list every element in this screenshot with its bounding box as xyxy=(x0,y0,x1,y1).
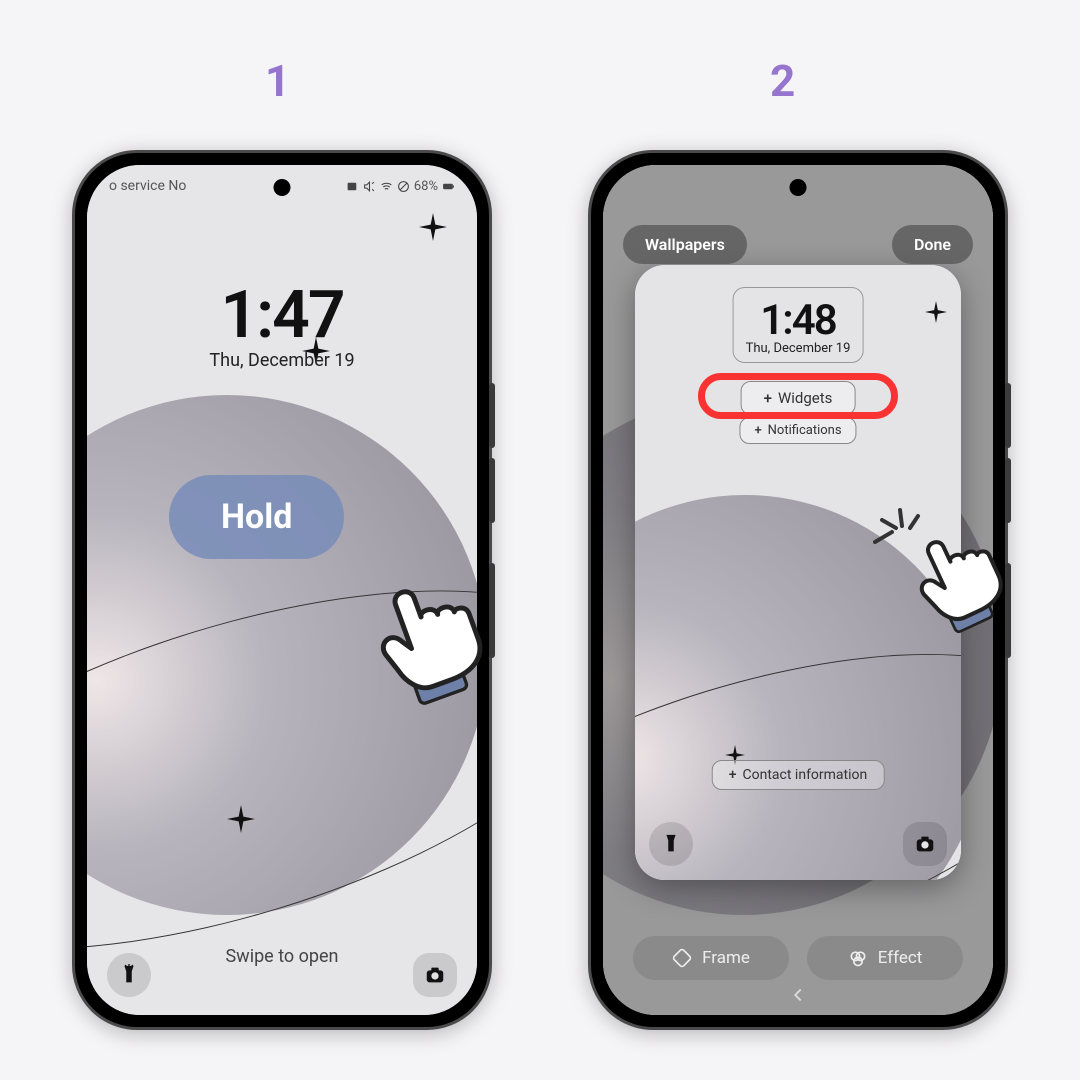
editor-topbar: Wallpapers Done xyxy=(623,225,973,264)
add-notifications-button[interactable]: + Notifications xyxy=(739,417,856,444)
step-number-1: 1 xyxy=(265,55,290,107)
effect-icon xyxy=(848,948,868,968)
battery-percent: 68% xyxy=(414,179,438,194)
clock-widget-slot[interactable]: 1:48 Thu, December 19 xyxy=(733,287,864,363)
frame-label: Frame xyxy=(702,948,750,968)
hold-instruction: Hold xyxy=(169,475,344,559)
plus-icon: + xyxy=(764,389,772,407)
screen[interactable]: o service No 68% 1:47 Thu, December 19 S… xyxy=(87,165,477,1015)
battery-card-icon xyxy=(346,180,359,193)
status-left-text: o service No xyxy=(109,178,186,194)
volume-down-button[interactable] xyxy=(1005,458,1011,523)
camera-icon xyxy=(914,833,936,855)
status-right: 68% xyxy=(346,179,455,194)
mute-icon xyxy=(363,180,376,193)
slot-label: Widgets xyxy=(778,389,832,407)
volume-up-button[interactable] xyxy=(1005,383,1011,448)
camera-icon xyxy=(424,964,446,986)
flashlight-shortcut-slot[interactable] xyxy=(649,822,693,866)
wallpapers-button[interactable]: Wallpapers xyxy=(623,225,747,264)
tap-lines-icon xyxy=(870,502,930,562)
step-number-2: 2 xyxy=(770,55,795,107)
add-contact-info-button[interactable]: + Contact information xyxy=(712,760,885,790)
no-signal-icon xyxy=(397,180,410,193)
volume-down-button[interactable] xyxy=(489,458,495,523)
done-button[interactable]: Done xyxy=(892,225,973,264)
slot-label: Contact information xyxy=(743,767,868,783)
chevron-left-icon[interactable] xyxy=(787,984,809,1010)
flashlight-icon xyxy=(660,833,682,855)
clock-date: Thu, December 19 xyxy=(87,350,477,371)
phone-editor: Wallpapers Done 1:48 Thu, December 19 + W… xyxy=(588,150,1008,1030)
power-button[interactable] xyxy=(1005,563,1011,658)
clock-time: 1:47 xyxy=(87,277,477,354)
battery-icon xyxy=(442,180,455,193)
clock-time: 1:48 xyxy=(746,296,851,345)
camera-notch xyxy=(790,179,807,196)
camera-button[interactable] xyxy=(413,953,457,997)
plus-icon: + xyxy=(754,423,761,438)
frame-button[interactable]: Frame xyxy=(633,936,789,980)
screen: Wallpapers Done 1:48 Thu, December 19 + W… xyxy=(603,165,993,1015)
plus-icon: + xyxy=(729,767,737,783)
add-widgets-button[interactable]: + Widgets xyxy=(741,381,856,415)
sparkle-icon xyxy=(925,301,947,323)
camera-notch xyxy=(274,179,291,196)
slot-label: Notifications xyxy=(768,423,842,438)
phone-lockscreen: o service No 68% 1:47 Thu, December 19 S… xyxy=(72,150,492,1030)
camera-shortcut-slot[interactable] xyxy=(903,822,947,866)
flashlight-icon xyxy=(118,964,140,986)
effect-label: Effect xyxy=(878,948,923,968)
power-button[interactable] xyxy=(489,563,495,658)
lock-clock[interactable]: 1:47 Thu, December 19 xyxy=(87,277,477,371)
effect-button[interactable]: Effect xyxy=(807,936,963,980)
sparkle-icon xyxy=(419,213,447,241)
clock-date: Thu, December 19 xyxy=(746,341,851,356)
lockscreen-preview[interactable]: 1:48 Thu, December 19 + Widgets + Notifica… xyxy=(635,265,961,880)
wifi-icon xyxy=(380,180,393,193)
flashlight-button[interactable] xyxy=(107,953,151,997)
volume-up-button[interactable] xyxy=(489,383,495,448)
frame-icon xyxy=(672,948,692,968)
sparkle-icon xyxy=(227,805,255,833)
editor-bottombar: Frame Effect xyxy=(633,936,963,980)
